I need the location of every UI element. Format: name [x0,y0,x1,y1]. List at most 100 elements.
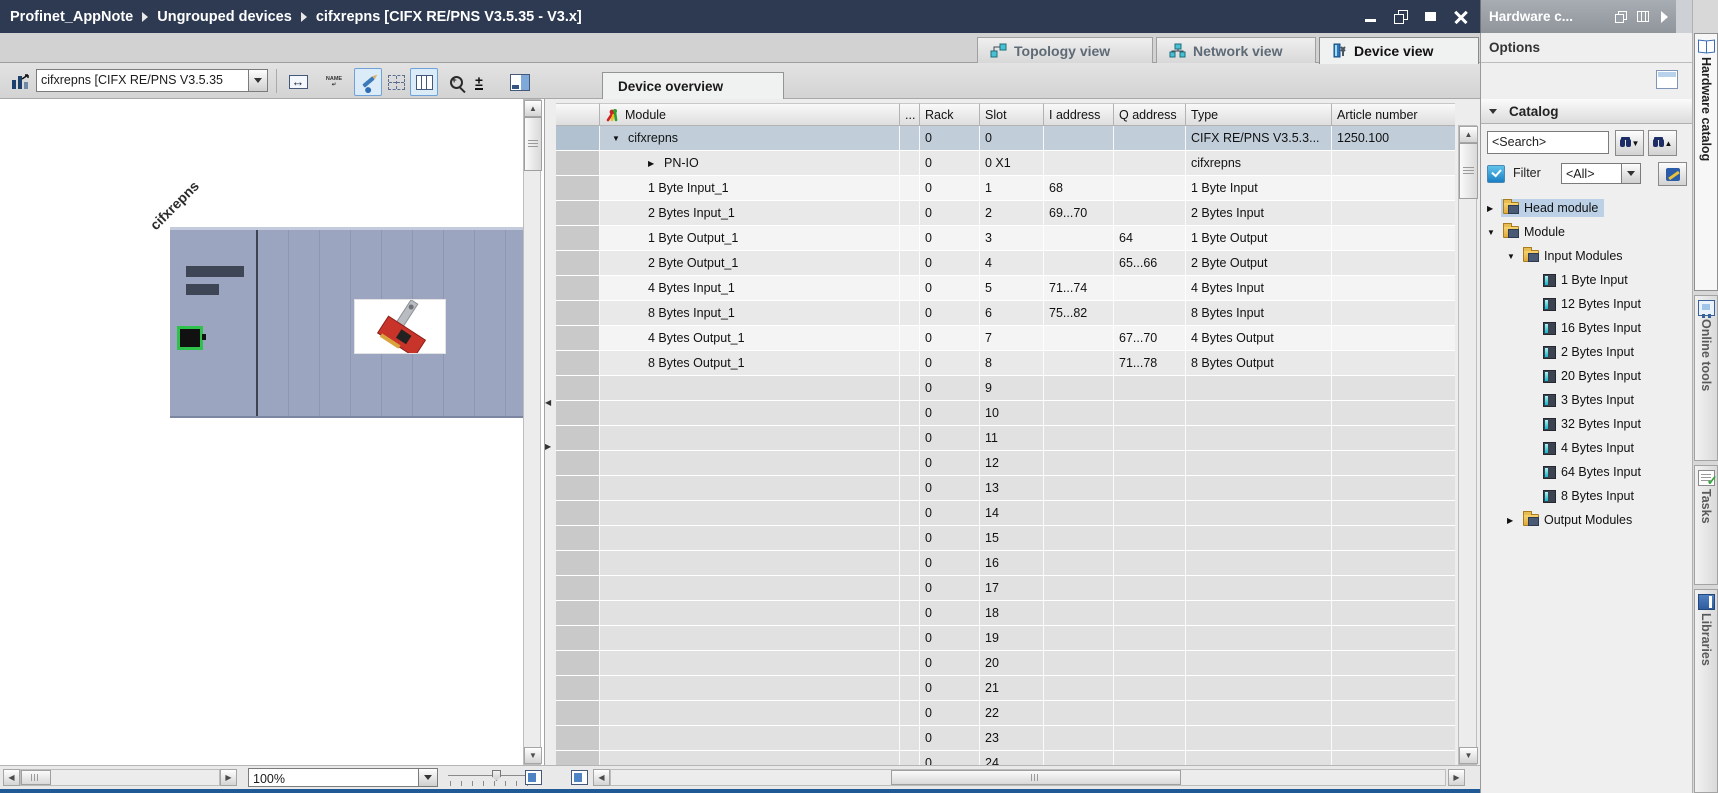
tab-device-view[interactable]: Device view [1319,37,1479,64]
table-row[interactable]: 020 [556,651,1455,676]
scroll-up-button[interactable]: ▲ [524,100,542,117]
close-icon[interactable] [1454,10,1468,24]
column-header-qaddress[interactable]: Q address [1114,103,1186,126]
column-header-article-number[interactable]: Article number [1332,103,1455,126]
scroll-down-button[interactable]: ▼ [524,747,542,764]
minimize-icon[interactable] [1364,10,1378,24]
catalog-tree-item[interactable]: 12 Bytes Input [1481,292,1692,316]
table-row[interactable]: 011 [556,426,1455,451]
table-row[interactable]: 013 [556,476,1455,501]
device-rack-graphic[interactable] [170,227,535,418]
search-input[interactable]: <Search> [1487,131,1609,154]
collapse-icon[interactable]: ▼ [1507,252,1521,261]
embed-pane-icon[interactable] [571,770,588,785]
breadcrumb-ungrouped-devices[interactable]: Ungrouped devices [157,9,292,25]
table-row[interactable]: 8 Bytes Output_10871...788 Bytes Output [556,351,1455,376]
catalog-tree-item[interactable]: 3 Bytes Input [1481,388,1692,412]
device-selector-dropdown-button[interactable] [248,69,268,92]
scrollbar-thumb[interactable] [524,117,542,171]
catalog-tree-item[interactable]: 4 Bytes Input [1481,436,1692,460]
fit-view-button[interactable]: ± [468,68,490,96]
scroll-down-button[interactable]: ▼ [1459,747,1478,764]
table-row[interactable]: 2 Bytes Input_10269...702 Bytes Input [556,201,1455,226]
scroll-right-button[interactable]: ▶ [220,769,237,786]
tab-network-view[interactable]: Network view [1156,37,1316,63]
table-row[interactable]: 4 Bytes Output_10767...704 Bytes Output [556,326,1455,351]
catalog-tree-item[interactable]: 64 Bytes Input [1481,460,1692,484]
breadcrumb-device[interactable]: cifxrepns [CIFX RE/PNS V3.5.35 - V3.x] [316,9,582,25]
scroll-left-button[interactable]: ◀ [3,769,20,786]
canvas-horizontal-scrollbar[interactable] [20,769,220,786]
catalog-tree-item[interactable]: 20 Bytes Input [1481,364,1692,388]
catalog-tree-item[interactable]: ▶Output Modules [1481,508,1692,532]
collapse-left-icon[interactable]: ◀ [545,399,551,407]
table-row[interactable]: 09 [556,376,1455,401]
show-grid-button[interactable] [382,68,410,96]
zoom-level-select[interactable]: 100% [248,768,438,787]
profile-settings-button[interactable] [1658,162,1687,186]
catalog-tree-item[interactable]: ▼Module [1481,220,1692,244]
profile-select[interactable]: <All> [1561,163,1641,184]
column-header-rack[interactable]: Rack [920,103,980,126]
table-row[interactable]: 022 [556,701,1455,726]
column-header-slot[interactable]: Slot [980,103,1044,126]
restore-icon[interactable] [1394,10,1408,24]
show-labels-button[interactable] [354,68,382,96]
collapse-right-icon[interactable]: ▶ [545,443,551,451]
filter-checkbox[interactable] [1487,165,1505,183]
catalog-tree-item[interactable]: ▶Head module [1481,196,1692,220]
side-tab-hardware-catalog[interactable]: Hardware catalog [1694,33,1718,291]
table-row[interactable]: 010 [556,401,1455,426]
catalog-tree-item[interactable]: 8 Bytes Input [1481,484,1692,508]
options-section-header[interactable]: Options [1481,33,1692,63]
device-selector[interactable]: cifxrepns [CIFX RE/PNS V3.5.35 [36,69,268,92]
table-row[interactable]: 1 Byte Input_101681 Byte Input [556,176,1455,201]
zoom-button[interactable] [444,68,468,96]
embed-pane-icon[interactable] [525,770,542,785]
slider-thumb[interactable] [492,770,501,781]
search-up-button[interactable]: ▲ [1648,130,1677,156]
breadcrumb-project[interactable]: Profinet_AppNote [10,9,133,25]
open-window-icon[interactable] [1656,70,1678,89]
table-row[interactable]: 016 [556,551,1455,576]
canvas-vertical-scrollbar[interactable]: ▲ ▼ [523,99,541,765]
show-names-button[interactable]: NAME↵ [320,68,348,96]
catalog-tree-item[interactable]: 1 Byte Input [1481,268,1692,292]
float-panel-icon[interactable] [1615,11,1627,23]
collapse-panel-icon[interactable] [1661,11,1668,23]
side-tab-online-tools[interactable]: Online tools [1694,295,1718,461]
measure-width-button[interactable]: ↔ [284,68,312,96]
column-header-type[interactable]: Type [1186,103,1332,126]
table-row[interactable]: 017 [556,576,1455,601]
scrollbar-thumb[interactable] [891,770,1181,785]
table-vertical-scrollbar[interactable]: ▲ ▼ [1458,125,1477,765]
side-tab-tasks[interactable]: Tasks [1694,465,1718,585]
table-row[interactable]: 018 [556,601,1455,626]
split-editor-button[interactable] [506,68,534,96]
table-row[interactable]: 024 [556,751,1455,765]
expand-icon[interactable]: ▶ [1487,204,1501,213]
expand-icon[interactable]: ▶ [1507,516,1521,525]
tab-device-overview[interactable]: Device overview [602,72,784,99]
table-row[interactable]: 019 [556,626,1455,651]
table-row[interactable]: 021 [556,676,1455,701]
column-header-dots[interactable]: ... [900,103,920,126]
collapse-icon[interactable]: ▼ [612,134,628,143]
expand-icon[interactable]: ▶ [648,159,664,168]
table-row[interactable]: 1 Byte Output_103641 Byte Output [556,226,1455,251]
catalog-section-header[interactable]: Catalog [1481,99,1692,124]
table-row[interactable]: 023 [556,726,1455,751]
table-horizontal-scrollbar[interactable] [610,769,1446,786]
column-header-iaddress[interactable]: I address [1044,103,1114,126]
scroll-left-button[interactable]: ◀ [593,769,610,786]
device-canvas[interactable]: cifxrepns ▲ ▼ [0,99,545,765]
table-row[interactable]: ▶PN-IO00 X1cifxrepns [556,151,1455,176]
collapse-icon[interactable]: ▼ [1487,228,1501,237]
table-row[interactable]: 014 [556,501,1455,526]
scroll-up-button[interactable]: ▲ [1459,126,1478,143]
catalog-tree-item[interactable]: 32 Bytes Input [1481,412,1692,436]
search-down-button[interactable]: ▼ [1615,130,1644,156]
table-row[interactable]: 015 [556,526,1455,551]
table-row[interactable]: ▼cifxrepns00CIFX RE/PNS V3.5.3...1250.10… [556,126,1455,151]
catalog-tree-item[interactable]: ▼Input Modules [1481,244,1692,268]
